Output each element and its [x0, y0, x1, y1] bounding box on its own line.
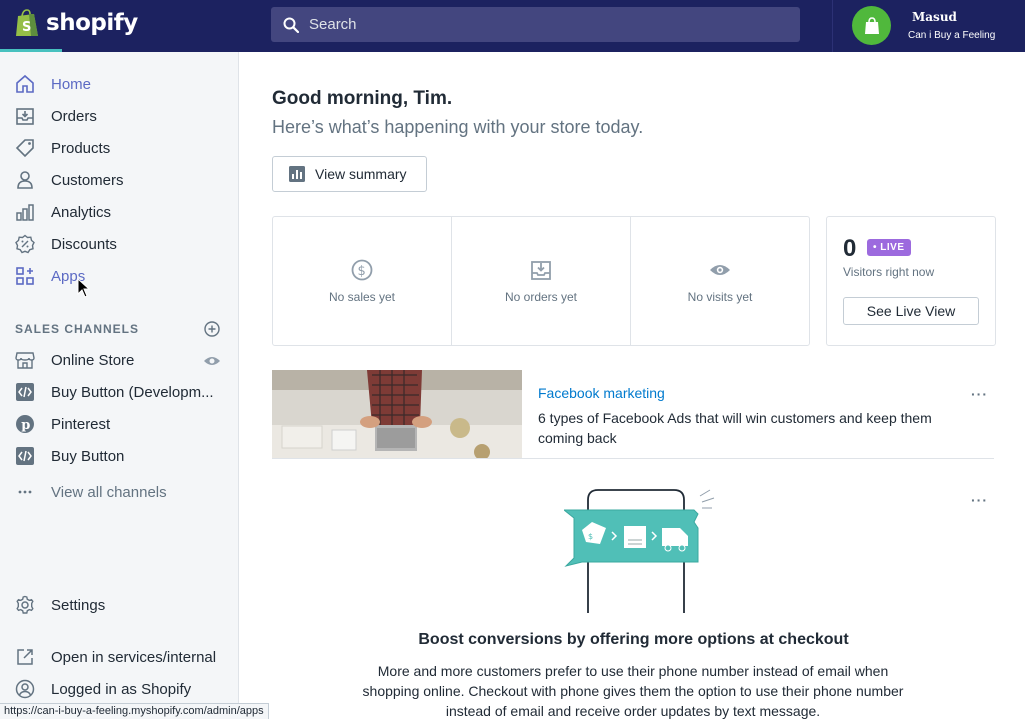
svg-text:S: S: [22, 20, 31, 35]
live-label: Visitors right now: [843, 265, 935, 279]
sidebar-item-settings[interactable]: Settings: [14, 594, 105, 616]
eye-icon: [204, 357, 220, 365]
apps-icon: [14, 265, 36, 287]
user-circle-icon: [14, 678, 36, 700]
stat-label: No orders yet: [504, 289, 578, 304]
card-description: 6 types of Facebook Ads that will win cu…: [538, 410, 932, 446]
external-link-icon: [14, 646, 36, 668]
view-summary-label: View summary: [315, 166, 407, 182]
code-icon: [14, 381, 36, 403]
store-name: Can i Buy a Feeling: [908, 30, 996, 41]
sidebar-item-pinterest[interactable]: p Pinterest: [14, 413, 110, 435]
sidebar-item-logged-in[interactable]: Logged in as Shopify: [14, 678, 191, 700]
status-bar-url: https://can-i-buy-a-feeling.myshopify.co…: [0, 703, 269, 719]
shopify-bag-icon: S: [16, 9, 38, 36]
home-icon: [14, 73, 36, 95]
stats-panel: $ No sales yet No orders yet No visits y…: [272, 216, 810, 346]
sidebar-item-label: Discounts: [51, 235, 117, 253]
stat-label: No sales yet: [328, 289, 396, 304]
user-name: Masud: [912, 10, 957, 24]
add-channel-button[interactable]: [204, 321, 220, 342]
mouse-cursor: [77, 277, 91, 303]
gear-icon: [14, 594, 36, 616]
sidebar-item-customers[interactable]: Customers: [14, 169, 124, 191]
analytics-icon: [14, 201, 36, 223]
sidebar-item-apps[interactable]: Apps: [14, 265, 85, 287]
sidebar-item-label: Open in services/internal: [51, 648, 217, 666]
pinterest-icon: p: [14, 413, 36, 435]
sidebar-item-open-internal[interactable]: Open in services/internal: [14, 646, 216, 668]
more-options-button[interactable]: ···: [971, 386, 988, 402]
main-content: Good morning, Tim. Here’s what’s happeni…: [240, 52, 1025, 719]
sidebar-item-label: Buy Button: [51, 447, 125, 465]
eye-icon: [710, 264, 730, 275]
sidebar-item-label: Customers: [51, 171, 124, 189]
boost-body: More and more customers prefer to use th…: [362, 663, 904, 719]
plus-circle-icon: [204, 321, 220, 337]
page-subtitle: Here’s what’s happening with your store …: [272, 117, 644, 137]
live-visitor-count: 0: [843, 235, 857, 262]
view-summary-button[interactable]: View summary: [272, 156, 427, 192]
svg-text:$: $: [358, 264, 366, 279]
stat-sales: $ No sales yet: [273, 217, 452, 345]
live-badge: • LIVE: [867, 239, 911, 256]
sidebar-item-label: Analytics: [51, 203, 112, 221]
tag-icon: [14, 137, 36, 159]
sidebar-item-buy-button[interactable]: Buy Button: [14, 445, 124, 467]
sales-channels-heading: SALES CHANNELS: [15, 322, 140, 336]
sidebar-item-label: Products: [51, 139, 111, 157]
facebook-marketing-card: Facebook marketing 6 types of Facebook A…: [272, 370, 994, 459]
search-input[interactable]: Search: [271, 7, 800, 42]
marketing-photo: [272, 370, 522, 458]
phone-checkout-illustration: $: [562, 488, 724, 613]
top-bar: S shopify Search Masud Can i Buy a Feeli…: [0, 0, 1025, 52]
view-online-store-button[interactable]: [203, 354, 221, 372]
sidebar-item-products[interactable]: Products: [14, 137, 110, 159]
discount-icon: [14, 233, 36, 255]
stat-visits: No visits yet: [631, 217, 809, 345]
sidebar-item-label: Orders: [51, 107, 97, 125]
sidebar-item-label: Pinterest: [51, 415, 111, 433]
orders-icon: [531, 260, 551, 280]
sidebar-item-buy-button-dev[interactable]: Buy Button (Developm...: [14, 381, 214, 403]
shopify-bag-icon: [864, 16, 879, 34]
sidebar-item-online-store[interactable]: Online Store: [14, 349, 134, 371]
dollar-icon: $: [351, 259, 373, 280]
sidebar-item-discounts[interactable]: Discounts: [14, 233, 117, 255]
search-placeholder: Search: [309, 16, 357, 33]
stat-label: No visits yet: [687, 289, 753, 304]
user-icon: [14, 169, 36, 191]
card-title-link[interactable]: Facebook marketing: [538, 385, 665, 401]
sidebar-item-label: Home: [51, 75, 92, 93]
brand-name: shopify: [46, 10, 138, 36]
see-live-view-button[interactable]: See Live View: [843, 297, 979, 325]
stat-orders: No orders yet: [452, 217, 631, 345]
divider: [832, 0, 833, 52]
svg-text:$: $: [588, 532, 593, 541]
shopify-logo[interactable]: S shopify: [14, 8, 138, 38]
sidebar-item-label: View all channels: [51, 483, 167, 501]
bar-chart-icon: [289, 166, 305, 182]
sidebar-item-view-all-channels[interactable]: View all channels: [14, 481, 167, 503]
boost-title: Boost conversions by offering more optio…: [418, 631, 849, 648]
svg-text:p: p: [21, 418, 30, 433]
page-title: Good morning, Tim.: [272, 88, 453, 109]
search-icon: [283, 17, 299, 33]
sidebar: Home Orders Products Customers Analytics…: [0, 52, 239, 719]
user-menu[interactable]: Masud Can i Buy a Feeling: [852, 6, 995, 45]
sidebar-item-label: Logged in as Shopify: [51, 680, 192, 698]
orders-icon: [14, 105, 36, 127]
sidebar-item-orders[interactable]: Orders: [14, 105, 97, 127]
avatar[interactable]: [852, 6, 891, 45]
code-icon: [14, 445, 36, 467]
more-horizontal-icon: [14, 481, 36, 503]
sidebar-item-home[interactable]: Home: [14, 73, 91, 95]
store-icon: [14, 349, 36, 371]
live-visitors-card: 0 • LIVE Visitors right now See Live Vie…: [826, 216, 996, 346]
sidebar-item-label: Settings: [51, 596, 106, 614]
more-options-button[interactable]: ···: [971, 492, 988, 508]
sidebar-item-analytics[interactable]: Analytics: [14, 201, 111, 223]
sidebar-item-label: Buy Button (Developm...: [51, 383, 214, 401]
sidebar-item-label: Online Store: [51, 351, 135, 369]
